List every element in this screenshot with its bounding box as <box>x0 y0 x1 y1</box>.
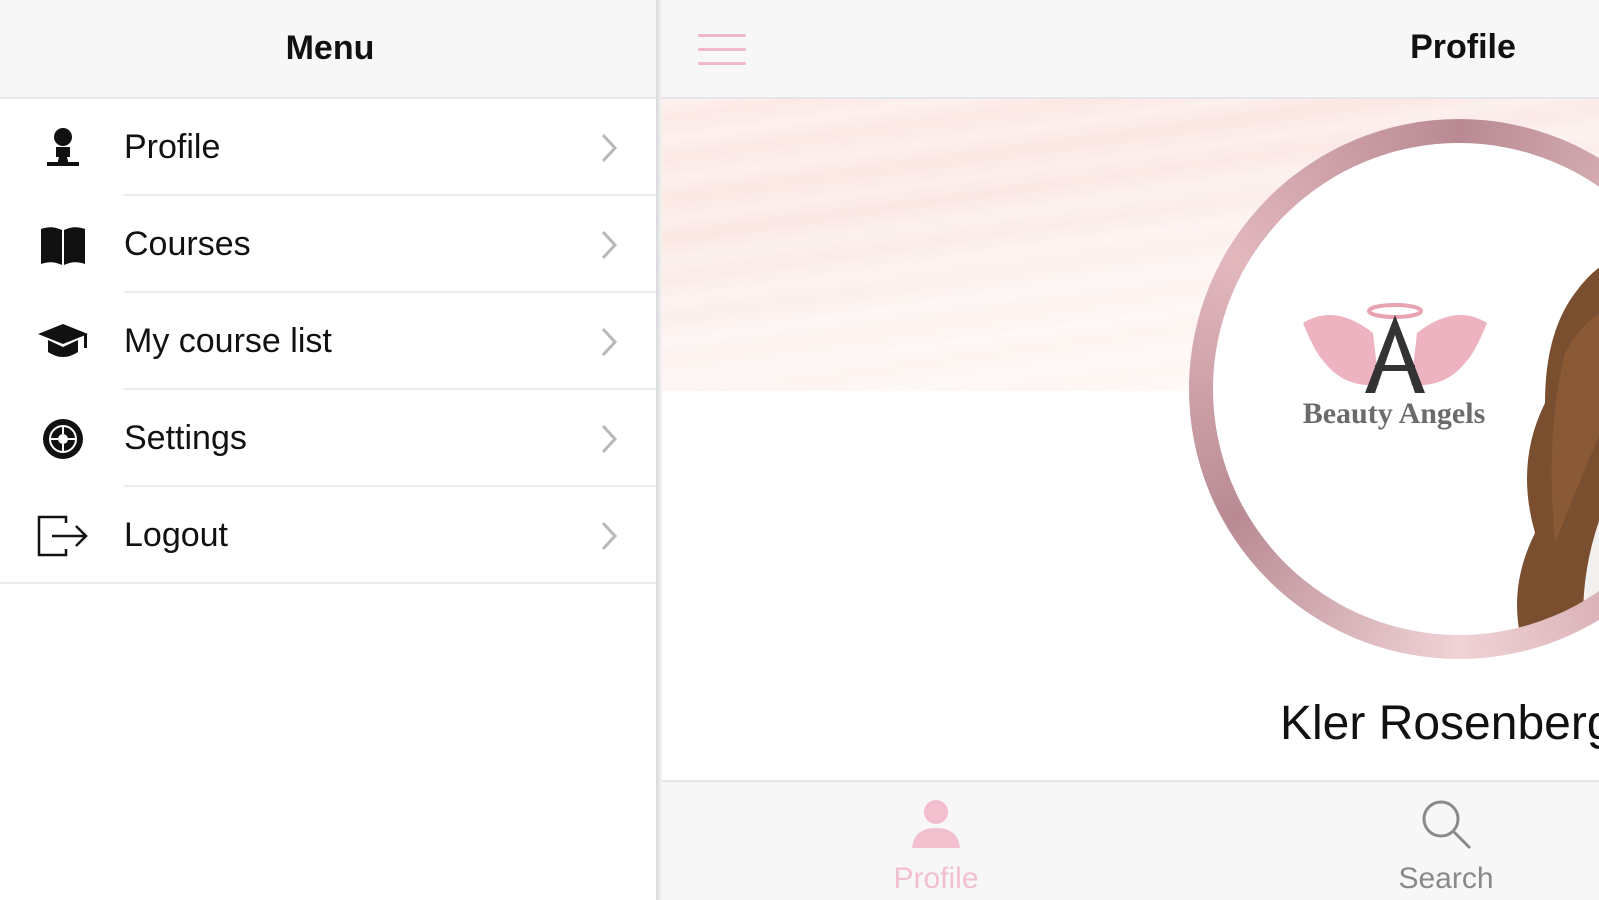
top-bar: Profile <box>662 0 1599 99</box>
menu-item-label: Courses <box>124 225 251 263</box>
menu-item-label: Settings <box>124 419 247 457</box>
chevron-right-icon <box>600 326 618 363</box>
tab-bar: Profile Search <box>662 780 1599 900</box>
menu-item-courses[interactable]: Courses <box>0 196 660 293</box>
menu-item-label: My course list <box>124 322 332 360</box>
portrait-image <box>1517 267 1599 635</box>
menu-item-logout[interactable]: Logout <box>0 487 660 584</box>
profile-name: Kler Rosenberg <box>1280 697 1599 750</box>
menu-item-my-course-list[interactable]: My course list <box>0 293 660 390</box>
menu-title: Menu <box>0 0 660 99</box>
tab-profile[interactable]: Profile <box>836 782 1036 900</box>
hamburger-icon[interactable] <box>698 34 746 66</box>
chevron-right-icon <box>600 132 618 169</box>
chevron-right-icon <box>600 423 618 460</box>
side-menu: Menu Profile Courses My course list Sett… <box>0 0 660 900</box>
gear-icon <box>36 414 90 464</box>
book-icon <box>36 220 90 270</box>
menu-item-settings[interactable]: Settings <box>0 390 660 487</box>
tab-search[interactable]: Search <box>1346 782 1546 900</box>
graduation-cap-icon <box>36 317 90 367</box>
person-icon <box>36 123 90 173</box>
page-title: Profile <box>1410 28 1516 66</box>
chevron-right-icon <box>600 520 618 557</box>
main-panel: Profile Beauty Angels Kler Rosenberg Pro… <box>662 0 1599 900</box>
logout-icon <box>36 511 90 561</box>
divider <box>0 582 660 584</box>
menu-item-label: Profile <box>124 128 221 166</box>
menu-item-profile[interactable]: Profile <box>0 99 660 196</box>
avatar-image: Beauty Angels <box>1213 143 1599 635</box>
chevron-right-icon <box>600 229 618 266</box>
search-icon <box>1422 800 1472 850</box>
tab-label: Profile <box>893 862 979 895</box>
tab-label: Search <box>1398 862 1494 895</box>
person-icon <box>912 800 960 848</box>
menu-item-label: Logout <box>124 516 228 554</box>
